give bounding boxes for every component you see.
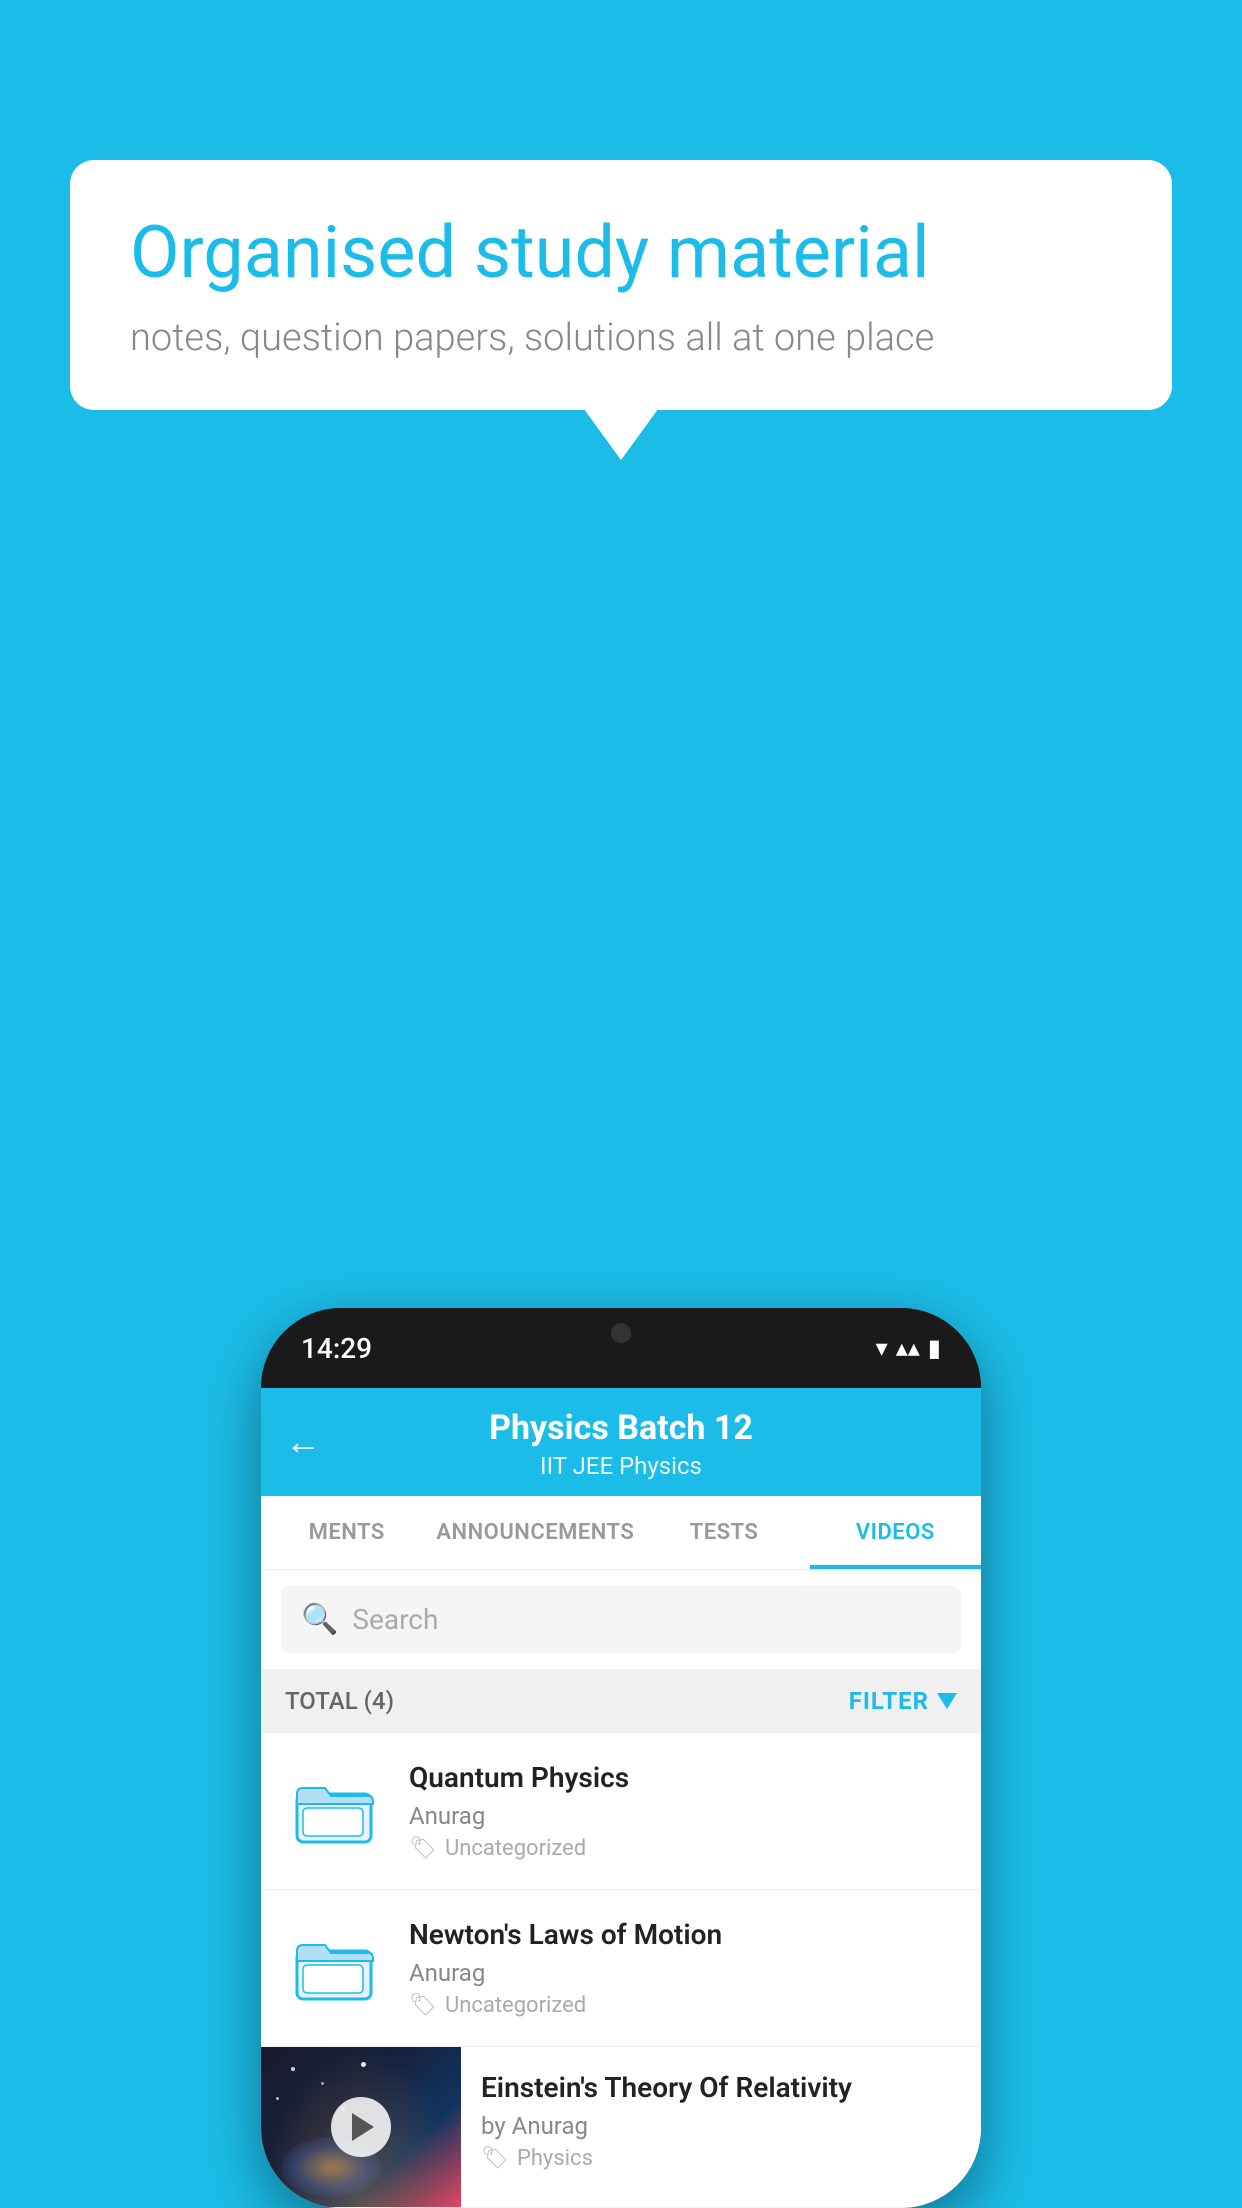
signal-icon: ▴▴ — [896, 1334, 920, 1362]
tag-label-1: Uncategorized — [445, 1836, 586, 1861]
status-icons: ▾ ▴▴ ▮ — [876, 1334, 941, 1362]
tab-ments[interactable]: MENTS — [261, 1496, 432, 1569]
video-info-3: Einstein's Theory Of Relativity by Anura… — [461, 2047, 981, 2187]
battery-icon: ▮ — [928, 1334, 941, 1362]
list-item[interactable]: Einstein's Theory Of Relativity by Anura… — [261, 2047, 981, 2208]
video-thumbnail-1 — [285, 1776, 385, 1846]
tab-announcements[interactable]: ANNOUNCEMENTS — [432, 1496, 638, 1569]
search-icon: 🔍 — [301, 1602, 338, 1637]
folder-icon — [295, 1776, 375, 1846]
phone-wrapper: 14:29 ▾ ▴▴ ▮ ← Physics Batch 12 IIT JEE … — [261, 1308, 981, 2208]
video-author-2: Anurag — [409, 1959, 957, 1987]
tag-icon-1: 🏷 — [409, 1836, 437, 1861]
tag-label-3: Physics — [517, 2146, 593, 2171]
video-author-1: Anurag — [409, 1802, 957, 1830]
video-title-2: Newton's Laws of Motion — [409, 1918, 957, 1951]
phone: 14:29 ▾ ▴▴ ▮ ← Physics Batch 12 IIT JEE … — [261, 1308, 981, 2208]
status-bar: 14:29 ▾ ▴▴ ▮ — [261, 1308, 981, 1388]
search-bar-wrapper: 🔍 Search — [261, 1570, 981, 1669]
header-title: Physics Batch 12 — [291, 1408, 951, 1448]
app-header: ← Physics Batch 12 IIT JEE Physics — [261, 1388, 981, 1496]
tab-videos[interactable]: VIDEOS — [810, 1496, 981, 1569]
video-list: Quantum Physics Anurag 🏷 Uncategorized — [261, 1733, 981, 2208]
video-thumbnail-3 — [261, 2047, 461, 2207]
bubble-subtitle: notes, question papers, solutions all at… — [130, 316, 1112, 360]
video-tag-2: 🏷 Uncategorized — [409, 1993, 957, 2018]
video-title-3: Einstein's Theory Of Relativity — [481, 2071, 961, 2104]
video-title-1: Quantum Physics — [409, 1761, 957, 1794]
back-button[interactable]: ← — [285, 1421, 321, 1463]
camera-icon — [611, 1323, 631, 1343]
tab-bar: MENTS ANNOUNCEMENTS TESTS VIDEOS — [261, 1496, 981, 1570]
video-info-1: Quantum Physics Anurag 🏷 Uncategorized — [409, 1761, 957, 1861]
filter-row: TOTAL (4) FILTER — [261, 1669, 981, 1733]
video-thumbnail-2 — [285, 1933, 385, 2003]
bubble-title: Organised study material — [130, 210, 1112, 296]
video-tag-1: 🏷 Uncategorized — [409, 1836, 957, 1861]
total-count-label: TOTAL (4) — [285, 1687, 394, 1715]
notch — [541, 1308, 701, 1358]
list-item[interactable]: Newton's Laws of Motion Anurag 🏷 Uncateg… — [261, 1890, 981, 2047]
tag-icon-3: 🏷 — [481, 2146, 509, 2171]
search-placeholder-text: Search — [352, 1603, 438, 1636]
tag-label-2: Uncategorized — [445, 1993, 586, 2018]
status-time: 14:29 — [301, 1332, 372, 1365]
filter-button[interactable]: FILTER — [849, 1687, 957, 1715]
video-author-3: by Anurag — [481, 2112, 961, 2140]
video-info-2: Newton's Laws of Motion Anurag 🏷 Uncateg… — [409, 1918, 957, 2018]
video-tag-3: 🏷 Physics — [481, 2146, 961, 2171]
list-item[interactable]: Quantum Physics Anurag 🏷 Uncategorized — [261, 1733, 981, 1890]
search-bar[interactable]: 🔍 Search — [281, 1586, 961, 1653]
play-button-3[interactable] — [331, 2097, 391, 2157]
filter-label: FILTER — [849, 1687, 929, 1715]
filter-icon — [937, 1693, 957, 1709]
folder-icon — [295, 1933, 375, 2003]
tag-icon-2: 🏷 — [409, 1993, 437, 2018]
speech-bubble-container: Organised study material notes, question… — [70, 160, 1172, 410]
speech-bubble: Organised study material notes, question… — [70, 160, 1172, 410]
tab-tests[interactable]: TESTS — [638, 1496, 809, 1569]
wifi-icon: ▾ — [876, 1334, 888, 1362]
header-subtitle: IIT JEE Physics — [291, 1452, 951, 1480]
